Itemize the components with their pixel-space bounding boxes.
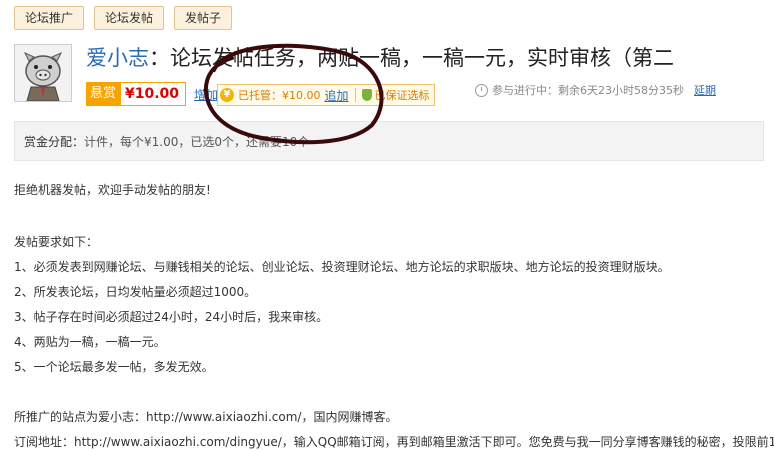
shield-icon bbox=[361, 89, 372, 101]
countdown-text: 参与进行中：剩余6天23小时58分35秒 bbox=[492, 84, 684, 97]
escrow-label: 已托管：¥10.00 bbox=[238, 89, 321, 102]
reward-row: 悬赏 ¥10.00 增加 bbox=[86, 82, 218, 106]
task-title: ：论坛发帖任务，两贴一稿，一稿一元，实时审核（第二 bbox=[149, 46, 674, 70]
subscribe-text: 订阅地址：http://www.aixiaozhi.com/dingyue/，输… bbox=[14, 435, 774, 449]
requirement-item: 1、必须发表到网赚论坛、与赚钱相关的论坛、创业论坛、投资理财论坛、地方论坛的求职… bbox=[14, 260, 670, 274]
intro-text: 拒绝机器发帖，欢迎手动发帖的朋友! bbox=[14, 183, 211, 197]
allocation-label: 赏金分配： bbox=[24, 135, 85, 149]
append-reward-link[interactable]: 追加 bbox=[325, 87, 349, 104]
requirements-title: 发帖要求如下： bbox=[14, 235, 99, 249]
task-status: 参与进行中：剩余6天23小时58分35秒 延期 bbox=[475, 82, 716, 98]
tag-forum-promotion[interactable]: 论坛推广 bbox=[14, 6, 85, 30]
avatar[interactable] bbox=[14, 44, 72, 102]
author-link[interactable]: 爱小志 bbox=[86, 46, 149, 70]
requirement-item: 4、两贴为一稿，一稿一元。 bbox=[14, 335, 166, 349]
tag-post[interactable]: 发帖子 bbox=[174, 6, 233, 30]
coin-icon: ¥ bbox=[220, 88, 234, 102]
extend-link[interactable]: 延期 bbox=[694, 82, 716, 98]
escrow-box: ¥ 已托管：¥10.00 追加 已保证选标 bbox=[217, 84, 435, 106]
promoted-site-text: 所推广的站点为爱小志：http://www.aixiaozhi.com/，国内网… bbox=[14, 410, 398, 424]
reward-label: 悬赏 bbox=[86, 82, 121, 106]
allocation-text: 计件，每个¥1.00，已选0个，还需要10个 bbox=[84, 135, 310, 149]
page-title: 爱小志：论坛发帖任务，两贴一稿，一稿一元，实时审核（第二 bbox=[86, 42, 774, 72]
requirement-item: 5、一个论坛最多发一帖，多发无效。 bbox=[14, 360, 214, 374]
reward-allocation-bar: 赏金分配：计件，每个¥1.00，已选0个，还需要10个 bbox=[14, 121, 764, 161]
guarantee-label: 已保证选标 bbox=[374, 89, 430, 102]
requirement-item: 2、所发表论坛，日均发帖量必须超过1000。 bbox=[14, 285, 257, 299]
tag-forum-posting[interactable]: 论坛发帖 bbox=[94, 6, 165, 30]
tag-list: 论坛推广 论坛发帖 发帖子 bbox=[14, 6, 233, 30]
increase-reward-link[interactable]: 增加 bbox=[194, 86, 218, 103]
pig-avatar-icon bbox=[15, 45, 71, 101]
divider bbox=[354, 88, 356, 102]
clock-icon bbox=[475, 83, 488, 97]
reward-amount: ¥10.00 bbox=[120, 82, 187, 106]
guarantee-badge: 已保证选标 bbox=[361, 87, 430, 103]
requirement-item: 3、帖子存在时间必须超过24小时，24小时后，我来审核。 bbox=[14, 310, 329, 324]
